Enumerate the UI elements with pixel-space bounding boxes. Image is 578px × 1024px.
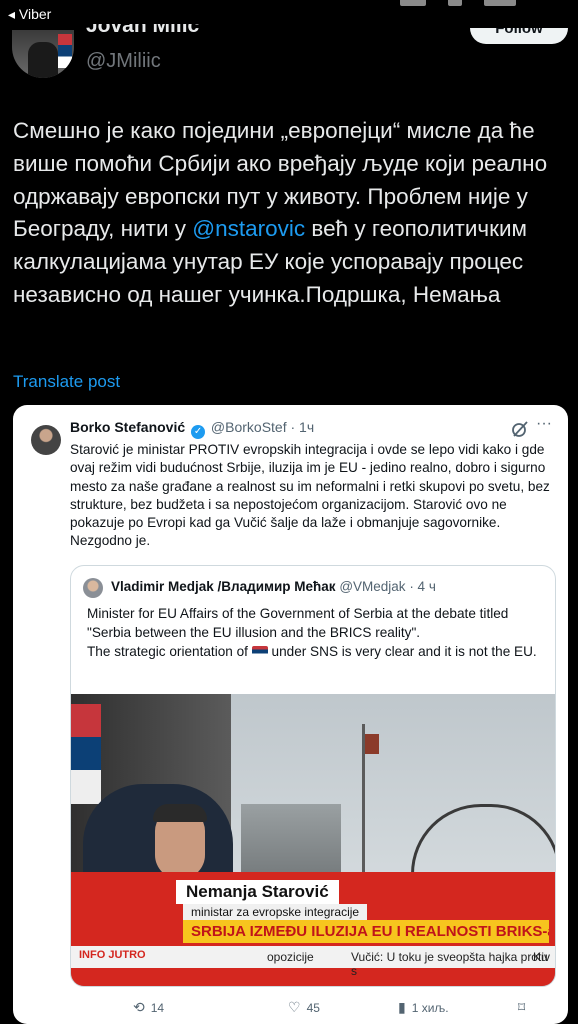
bookmark-icon: ⌑ bbox=[518, 999, 526, 1015]
serbian-flag-image bbox=[71, 704, 101, 804]
translate-post-link[interactable]: Translate post bbox=[13, 372, 120, 392]
serbia-flag-icon bbox=[251, 646, 268, 657]
tv-screenshot: Nemanja Starović ministar za evropske in… bbox=[71, 694, 555, 986]
verified-icon: ✓ bbox=[191, 425, 206, 439]
back-to-viber-button[interactable]: ◂ Viber bbox=[8, 6, 51, 23]
embedded-action-bar: ⟲ 14 ♡ 45 ▮ 1 хиљ. ⌑ bbox=[13, 995, 568, 1021]
author-name[interactable]: Jovan Milić bbox=[86, 24, 206, 40]
embedded-tweet-text: Starović je ministar PROTIV evropskih in… bbox=[70, 442, 550, 549]
quoted-avatar bbox=[83, 578, 103, 598]
quoted-tweet: Vladimir Medjak /Владимир Мећак @VMedjak… bbox=[70, 565, 556, 987]
battery-icon bbox=[484, 0, 516, 6]
bookmark-count: ⌑ bbox=[518, 999, 525, 1016]
embedded-avatar bbox=[31, 425, 61, 455]
quoted-handle: @VMedjak bbox=[339, 579, 406, 594]
lower-third-headline: SRBIJA IZMEĐU ILUZIJA EU I REALNOSTI BRI… bbox=[183, 920, 549, 943]
signal-icon bbox=[400, 0, 426, 6]
lower-third-name: Nemanja Starović bbox=[176, 880, 339, 904]
lower-third-role: ministar za evropske integracije bbox=[183, 904, 368, 920]
embedded-author: Borko Stefanović bbox=[70, 419, 186, 435]
quoted-text: Minister for EU Affairs of the Governmen… bbox=[87, 606, 537, 659]
channel-logo: INFO JUTRO bbox=[79, 949, 146, 961]
heart-icon: ♡ bbox=[288, 999, 301, 1015]
mention-link[interactable]: @nstarovic bbox=[192, 216, 305, 241]
status-icons bbox=[400, 0, 516, 6]
retweet-icon: ⟲ bbox=[133, 999, 145, 1015]
quoted-author: Vladimir Medjak /Владимир Мећак bbox=[111, 579, 336, 594]
flag-on-pole bbox=[365, 734, 379, 754]
quoted-time: · 4 ч bbox=[409, 579, 436, 594]
embedded-header: Borko Stefanović ✓ @BorkoStef · 1ч bbox=[70, 419, 314, 439]
avatar[interactable] bbox=[12, 30, 74, 78]
views-icon: ▮ bbox=[398, 999, 406, 1015]
news-ticker: INFO JUTRO opozicije Vučić: U toku je sv… bbox=[71, 946, 555, 978]
post-text: Смешно је како поједини „европејци“ мисл… bbox=[13, 118, 548, 307]
quoted-header: Vladimir Medjak /Владимир Мећак @VMedjak… bbox=[111, 579, 436, 594]
follow-button[interactable]: Follow bbox=[470, 28, 568, 44]
embedded-time: · 1ч bbox=[290, 419, 315, 435]
back-label: ◂ Viber bbox=[8, 6, 52, 22]
embedded-tweet-image[interactable]: Borko Stefanović ✓ @BorkoStef · 1ч ··· S… bbox=[13, 405, 568, 1024]
retweet-count: ⟲ 14 bbox=[133, 999, 165, 1015]
wifi-icon bbox=[448, 0, 462, 6]
like-count: ♡ 45 bbox=[288, 999, 320, 1015]
author-handle[interactable]: @JMiliic bbox=[86, 50, 161, 73]
more-icon: ··· bbox=[536, 415, 552, 432]
embedded-handle: @BorkoStef bbox=[210, 419, 287, 435]
grok-icon bbox=[512, 421, 528, 437]
view-count: ▮ 1 хиљ. bbox=[398, 999, 449, 1015]
